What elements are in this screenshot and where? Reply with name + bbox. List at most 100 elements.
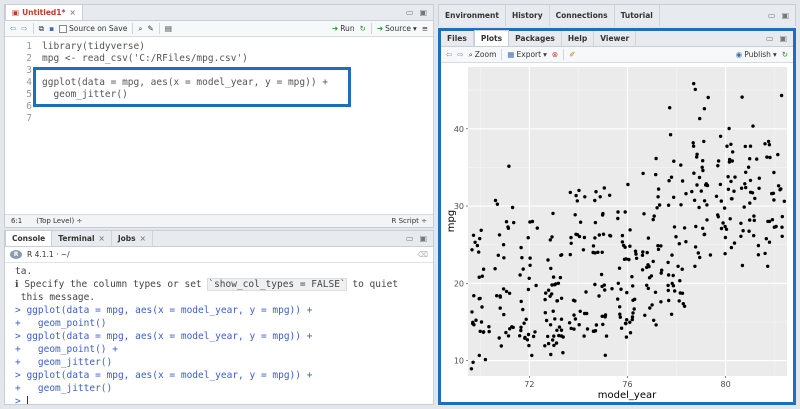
data-point bbox=[672, 195, 676, 199]
zoom-button[interactable]: ⌕ Zoom bbox=[469, 50, 497, 60]
maximize-icon[interactable]: ▣ bbox=[779, 34, 787, 43]
data-point bbox=[719, 199, 723, 203]
console-line: + geom_jitter() bbox=[15, 383, 113, 394]
data-point bbox=[641, 250, 645, 254]
tab-tutorial[interactable]: Tutorial bbox=[615, 5, 660, 26]
run-arrow-icon: ➜ bbox=[331, 24, 339, 33]
source-on-save-checkbox[interactable]: Source on Save bbox=[59, 24, 127, 33]
console-output[interactable]: ta. ℹ Specify the column types or set `s… bbox=[5, 264, 433, 404]
broom-icon[interactable]: ✐ bbox=[569, 50, 575, 59]
tab-terminal[interactable]: Terminal × bbox=[52, 231, 112, 246]
prev-plot-icon[interactable]: ⇦ bbox=[446, 50, 452, 59]
minimize-icon[interactable]: ▭ bbox=[406, 234, 414, 243]
data-point bbox=[752, 214, 756, 218]
data-point bbox=[493, 267, 497, 271]
data-point bbox=[753, 196, 757, 201]
chevron-down-icon: ▾ bbox=[772, 50, 777, 59]
data-point bbox=[702, 232, 707, 236]
data-point bbox=[549, 266, 553, 271]
data-point bbox=[746, 165, 751, 169]
publish-button[interactable]: ◉ Publish ▾ bbox=[736, 50, 777, 59]
refresh-icon[interactable]: ↻ bbox=[782, 50, 788, 59]
remove-plot-icon[interactable]: ⊗ bbox=[552, 50, 558, 59]
data-point bbox=[567, 321, 572, 325]
document-outline-icon[interactable]: ≡ bbox=[422, 24, 428, 33]
magic-wand-icon[interactable]: ✎ bbox=[148, 24, 154, 33]
data-point bbox=[648, 306, 652, 310]
data-point bbox=[551, 211, 555, 216]
show-in-window-icon[interactable]: ⧉ bbox=[39, 24, 44, 34]
toolbar-divider bbox=[501, 49, 503, 60]
data-point bbox=[742, 205, 746, 209]
data-point bbox=[574, 193, 578, 198]
data-point bbox=[499, 344, 503, 348]
data-point bbox=[577, 323, 581, 327]
data-point bbox=[643, 313, 647, 317]
data-point bbox=[679, 203, 683, 207]
code-editor[interactable]: 1 library(tidyverse) 2 mpg <- read_csv('C:… bbox=[5, 38, 433, 214]
data-point bbox=[652, 214, 656, 218]
tab-untitled1[interactable]: ▣ Untitled1* × bbox=[5, 4, 83, 20]
data-point bbox=[572, 313, 576, 317]
run-button[interactable]: ➜ Run bbox=[332, 24, 355, 33]
data-point bbox=[622, 257, 627, 261]
data-point bbox=[530, 219, 535, 224]
console-prompt[interactable]: > bbox=[15, 396, 35, 404]
close-tab-icon[interactable]: × bbox=[69, 8, 75, 17]
tab-viewer[interactable]: Viewer bbox=[594, 31, 637, 46]
data-point bbox=[627, 257, 631, 262]
clear-console-icon[interactable]: ⌫ bbox=[417, 250, 428, 259]
data-point bbox=[674, 235, 678, 239]
data-point bbox=[546, 288, 551, 292]
data-point bbox=[472, 294, 476, 298]
tab-history[interactable]: History bbox=[506, 5, 550, 26]
tab-packages[interactable]: Packages bbox=[509, 31, 562, 46]
data-point bbox=[654, 156, 658, 161]
maximize-icon[interactable]: ▣ bbox=[419, 8, 427, 17]
data-point bbox=[698, 116, 702, 121]
maximize-icon[interactable]: ▣ bbox=[781, 11, 789, 20]
maximize-icon[interactable]: ▣ bbox=[419, 234, 427, 243]
source-button[interactable]: ➜ Source ▾ bbox=[377, 24, 417, 33]
data-point bbox=[495, 294, 499, 298]
data-point bbox=[521, 307, 525, 312]
data-point bbox=[756, 253, 761, 257]
scope-selector[interactable]: (Top Level) ÷ bbox=[36, 217, 82, 225]
close-tab-icon[interactable]: × bbox=[140, 234, 146, 243]
data-point bbox=[670, 253, 674, 257]
forward-arrow-icon[interactable]: ⇨ bbox=[21, 24, 27, 33]
tab-connections[interactable]: Connections bbox=[550, 5, 615, 26]
data-point bbox=[480, 305, 484, 309]
y-tick-label: 40 bbox=[454, 125, 464, 134]
search-icon[interactable]: ⌕ bbox=[138, 24, 142, 34]
file-type-selector[interactable]: R Script ÷ bbox=[392, 217, 427, 225]
save-icon[interactable]: ▪ bbox=[49, 24, 54, 33]
data-point bbox=[641, 171, 645, 176]
data-point bbox=[680, 291, 685, 295]
export-button[interactable]: ▦ Export ▾ bbox=[507, 50, 546, 59]
close-tab-icon[interactable]: × bbox=[99, 234, 105, 243]
minimize-icon[interactable]: ▭ bbox=[768, 11, 776, 20]
tab-help[interactable]: Help bbox=[562, 31, 595, 46]
data-point bbox=[543, 297, 547, 302]
tab-jobs[interactable]: Jobs × bbox=[112, 231, 153, 246]
data-point bbox=[726, 175, 730, 179]
data-point bbox=[748, 201, 752, 205]
back-arrow-icon[interactable]: ⇦ bbox=[10, 24, 16, 33]
data-point bbox=[763, 251, 767, 256]
next-plot-icon[interactable]: ⇨ bbox=[457, 50, 463, 59]
tab-plots[interactable]: Plots bbox=[473, 30, 510, 46]
data-point bbox=[739, 234, 743, 238]
data-point bbox=[659, 300, 663, 304]
minimize-icon[interactable]: ▭ bbox=[766, 34, 774, 43]
tab-environment[interactable]: Environment bbox=[439, 5, 506, 26]
tab-files[interactable]: Files bbox=[441, 31, 474, 46]
data-point bbox=[729, 245, 734, 250]
data-point bbox=[508, 327, 512, 331]
data-point bbox=[730, 197, 734, 201]
compile-report-icon[interactable]: ▤ bbox=[165, 24, 172, 33]
minimize-icon[interactable]: ▭ bbox=[406, 8, 414, 17]
tab-console[interactable]: Console bbox=[5, 230, 53, 246]
rerun-icon[interactable]: ↻ bbox=[360, 24, 366, 33]
data-point bbox=[555, 299, 560, 303]
